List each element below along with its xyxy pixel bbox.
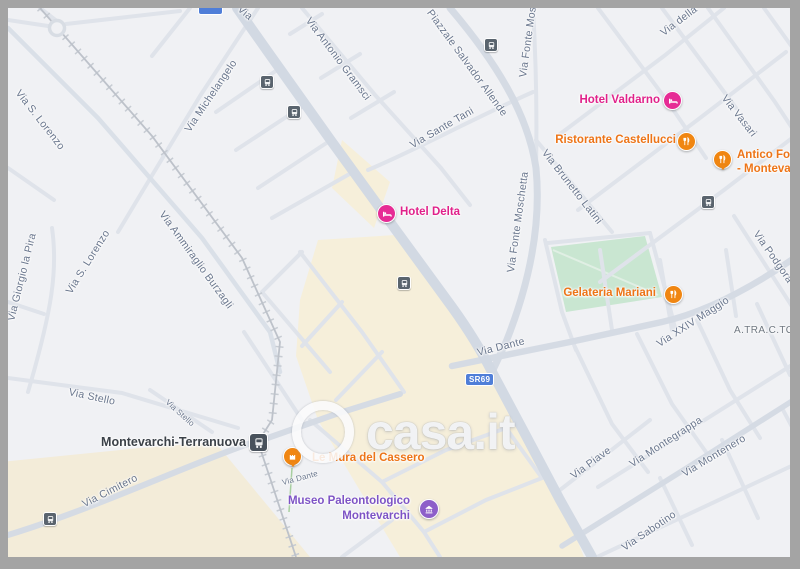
poi-label-ristorante-castellucci[interactable]: Ristorante Castellucci xyxy=(540,133,676,147)
road-shield-clipped xyxy=(199,8,222,14)
train-icon xyxy=(253,437,265,449)
fort-icon xyxy=(288,452,297,461)
bus-stop-icon[interactable] xyxy=(287,105,301,119)
poi-label-line2: Montevarchi xyxy=(268,509,410,524)
poi-label-hotel-delta[interactable]: Hotel Delta xyxy=(400,205,460,219)
hotel-valdarno-marker[interactable] xyxy=(663,91,682,110)
bus-icon xyxy=(46,515,55,524)
poi-label-museo[interactable]: Museo Paleontologico Montevarchi xyxy=(268,494,410,524)
bus-icon xyxy=(290,108,299,117)
poi-label-line2: - Montevar xyxy=(737,162,790,176)
train-station-icon[interactable] xyxy=(249,433,268,452)
bus-stop-icon[interactable] xyxy=(260,75,274,89)
restaurant-icon xyxy=(682,137,691,146)
bus-stop-icon[interactable] xyxy=(43,512,57,526)
bus-stop-icon[interactable] xyxy=(484,38,498,52)
poi-label-line1: Museo Paleontologico xyxy=(268,494,410,509)
screenshot-frame: Via S. Lorenzo Via S. Lorenzo Via Giorgi… xyxy=(0,0,800,569)
poi-label-line1: Antico Forn xyxy=(737,148,790,162)
roundabout xyxy=(50,21,65,36)
bus-stop-icon[interactable] xyxy=(701,195,715,209)
poi-label-station[interactable]: Montevarchi-Terranuova xyxy=(96,435,246,449)
poi-label-gelateria-mariani[interactable]: Gelateria Mariani xyxy=(546,286,656,300)
bus-icon xyxy=(704,198,713,207)
poi-label-hotel-valdarno[interactable]: Hotel Valdarno xyxy=(548,93,660,107)
restaurant-icon xyxy=(718,155,727,164)
gelateria-mariani-marker[interactable] xyxy=(664,285,683,304)
bus-icon xyxy=(487,41,496,50)
hotel-delta-marker[interactable] xyxy=(377,204,396,223)
bus-icon xyxy=(400,279,409,288)
bus-stop-icon[interactable] xyxy=(397,276,411,290)
poi-label-atrac[interactable]: A.TRA.C.TO xyxy=(734,324,790,338)
bed-icon xyxy=(382,209,392,219)
map-canvas[interactable]: Via S. Lorenzo Via S. Lorenzo Via Giorgi… xyxy=(8,8,790,557)
poi-label-le-mura[interactable]: Le Mura del Cassero xyxy=(312,451,424,465)
restaurant-icon xyxy=(669,290,678,299)
museum-icon xyxy=(424,504,434,514)
bed-icon xyxy=(668,96,678,106)
road-shield-sr69: SR69 xyxy=(466,374,493,385)
poi-label-antico-forno[interactable]: Antico Forn - Montevar xyxy=(737,148,790,176)
ristorante-castellucci-marker[interactable] xyxy=(677,132,696,151)
bus-icon xyxy=(263,78,272,87)
le-mura-marker[interactable] xyxy=(283,447,302,466)
museo-marker[interactable] xyxy=(419,499,439,519)
antico-forno-marker[interactable] xyxy=(713,150,732,169)
